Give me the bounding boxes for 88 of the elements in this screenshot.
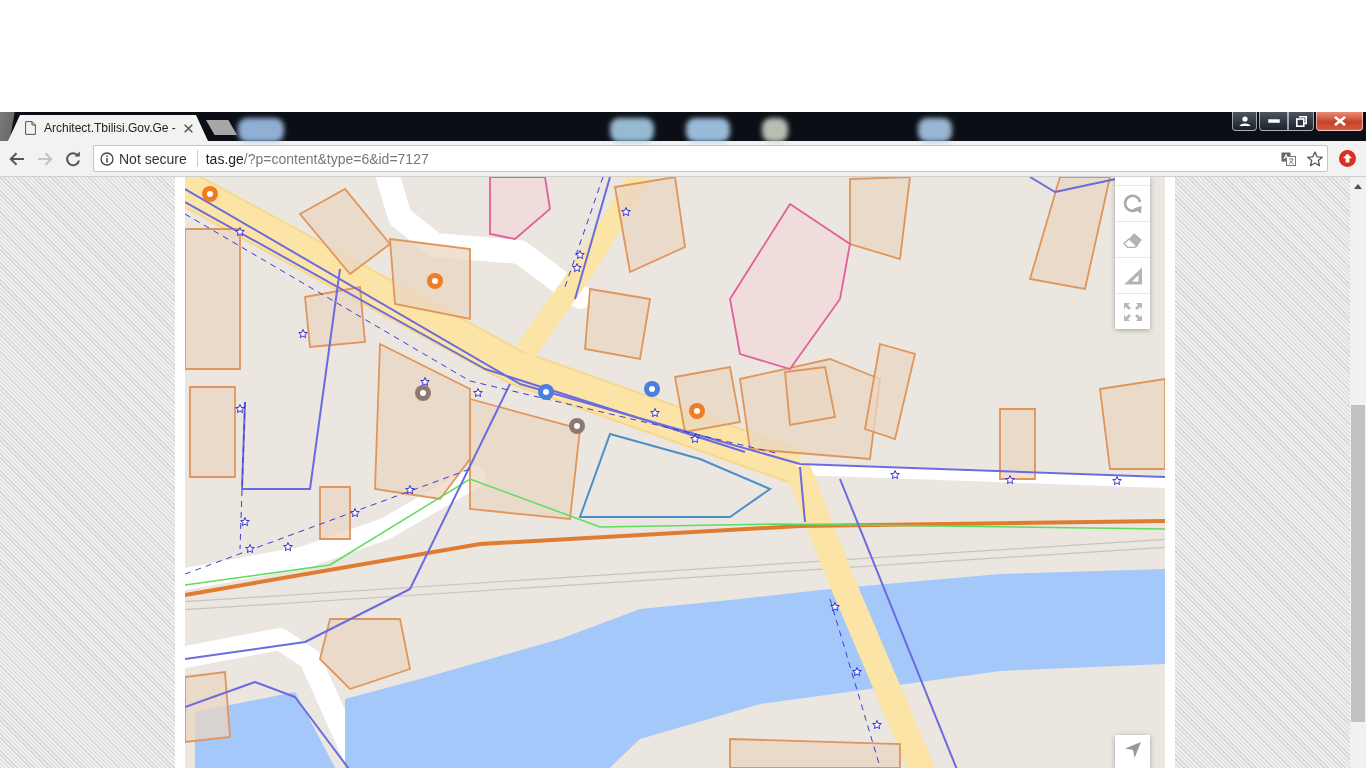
star-marker-icon — [350, 508, 360, 518]
measure-button[interactable] — [1115, 257, 1150, 293]
reload-icon — [65, 150, 81, 167]
place-marker-icon[interactable] — [689, 403, 705, 419]
scroll-up-icon[interactable] — [1354, 184, 1362, 189]
close-window-button[interactable] — [1316, 112, 1363, 131]
land-parcel[interactable] — [298, 187, 392, 276]
scrollbar-thumb[interactable] — [1351, 405, 1365, 722]
blurred-desktop-icon — [918, 118, 952, 142]
star-marker-icon — [1112, 476, 1122, 486]
star-marker-icon — [890, 470, 900, 480]
star-marker-icon — [572, 263, 582, 273]
star-marker-icon — [872, 720, 882, 730]
land-parcel[interactable] — [849, 177, 912, 261]
star-marker-icon — [235, 227, 245, 237]
translate-icon[interactable] — [1281, 151, 1296, 166]
star-marker-icon — [1005, 475, 1015, 485]
minimize-icon — [1267, 119, 1280, 123]
land-parcel[interactable] — [863, 342, 917, 441]
land-parcel[interactable] — [613, 177, 686, 274]
locate-button[interactable] — [1115, 735, 1150, 768]
land-parcel[interactable] — [673, 365, 742, 434]
profile-button[interactable] — [1232, 112, 1257, 131]
new-tab-button[interactable] — [206, 120, 237, 135]
scrollbar-track[interactable] — [1350, 177, 1366, 768]
triangle-ruler-icon — [1122, 266, 1143, 285]
land-parcel[interactable] — [389, 237, 471, 321]
security-label[interactable]: Not secure — [119, 150, 187, 167]
place-marker-icon[interactable] — [538, 384, 554, 400]
navigation-arrow-icon — [1124, 742, 1141, 758]
up-arrow-circle-icon[interactable] — [1338, 150, 1356, 167]
land-parcel[interactable] — [185, 228, 241, 370]
land-parcel[interactable] — [1028, 177, 1112, 291]
star-marker-icon — [690, 434, 700, 444]
blurred-desktop-icon — [238, 118, 284, 142]
url-text[interactable]: tas.ge/?p=content&type=6&id=7127 — [205, 150, 429, 167]
land-parcel[interactable] — [784, 366, 837, 427]
close-icon[interactable] — [184, 123, 193, 133]
star-marker-icon — [852, 667, 862, 677]
fullscreen-icon — [1123, 302, 1142, 321]
browser-tab[interactable]: Architect.Tbilisi.Gov.Ge - — [8, 115, 208, 141]
land-parcel[interactable] — [584, 287, 652, 361]
star-marker-icon — [473, 388, 483, 398]
land-parcel[interactable] — [999, 408, 1036, 480]
page-icon — [25, 121, 36, 135]
eraser-icon — [1122, 231, 1143, 248]
land-parcel[interactable] — [189, 386, 236, 478]
star-marker-icon — [575, 250, 585, 260]
star-marker-icon — [621, 207, 631, 217]
rotate-icon — [1122, 193, 1143, 214]
place-marker-icon[interactable] — [427, 273, 443, 289]
star-icon[interactable] — [1307, 150, 1323, 167]
back-arrow-icon — [9, 151, 25, 166]
eraser-button[interactable] — [1115, 221, 1150, 257]
info-icon[interactable] — [100, 151, 114, 166]
place-marker-icon[interactable] — [644, 381, 660, 397]
land-parcel[interactable] — [729, 202, 851, 371]
land-parcel[interactable] — [489, 177, 551, 240]
land-parcel[interactable] — [578, 432, 773, 518]
land-parcel[interactable] — [729, 738, 901, 768]
land-parcel[interactable] — [319, 618, 412, 691]
address-bar[interactable]: Not secure tas.ge/?p=content&type=6&id=7127 — [93, 145, 1328, 172]
place-marker-icon[interactable] — [415, 385, 431, 401]
place-marker-icon[interactable] — [569, 418, 585, 434]
fullscreen-button[interactable] — [1115, 293, 1150, 329]
land-parcel[interactable] — [319, 486, 351, 540]
place-marker-icon[interactable] — [202, 186, 218, 202]
blurred-desktop-icon — [610, 118, 654, 142]
close-icon — [1333, 116, 1346, 126]
star-marker-icon — [298, 329, 308, 339]
land-parcel[interactable] — [374, 342, 471, 500]
star-marker-icon — [235, 404, 245, 414]
minimize-button[interactable] — [1259, 112, 1288, 131]
star-marker-icon — [420, 377, 430, 387]
star-marker-icon — [245, 544, 255, 554]
restore-icon — [1295, 115, 1307, 127]
person-icon — [1238, 116, 1251, 126]
blurred-desktop-icon — [686, 118, 730, 142]
rotate-button[interactable] — [1115, 185, 1150, 221]
star-marker-icon — [240, 517, 250, 527]
star-marker-icon — [650, 408, 660, 418]
restore-button[interactable] — [1288, 112, 1314, 131]
forward-arrow-icon — [37, 151, 53, 166]
star-marker-icon — [830, 602, 840, 612]
star-marker-icon — [283, 542, 293, 552]
land-parcel[interactable] — [304, 285, 366, 348]
star-marker-icon — [405, 485, 415, 495]
land-parcel[interactable] — [469, 397, 581, 520]
